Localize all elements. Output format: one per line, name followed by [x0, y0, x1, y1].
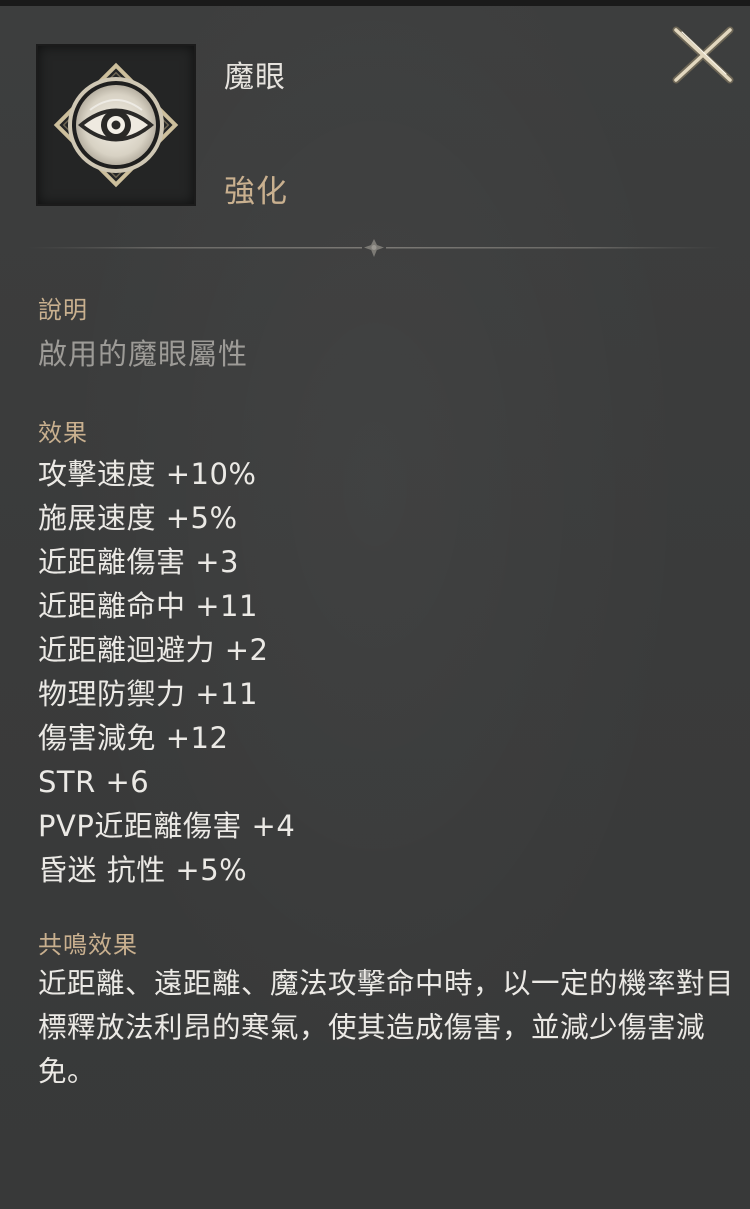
- close-button[interactable]: [668, 22, 738, 88]
- effect-item: STR +6: [38, 765, 150, 799]
- effect-item: 近距離迴避力 +2: [38, 633, 269, 667]
- description-label: 說明: [38, 296, 88, 324]
- close-icon: [672, 26, 734, 84]
- divider-ornament-icon: [364, 239, 384, 257]
- effect-item: 昏迷 抗性 +5%: [38, 853, 248, 887]
- resonance-label: 共鳴效果: [38, 931, 138, 959]
- effect-item: 近距離命中 +11: [38, 589, 258, 623]
- item-name: 魔眼: [224, 60, 286, 95]
- demon-eye-icon: [53, 62, 179, 188]
- item-icon-frame: [36, 44, 196, 206]
- effects-label: 效果: [38, 419, 88, 447]
- effect-item: 施展速度 +5%: [38, 501, 238, 535]
- effect-item: 傷害減免 +12: [38, 721, 229, 755]
- effects-list: 攻擊速度 +10% 施展速度 +5% 近距離傷害 +3 近距離命中 +11 近距…: [38, 452, 295, 892]
- effect-item: 攻擊速度 +10%: [38, 457, 257, 491]
- top-edge: [0, 0, 750, 6]
- item-tooltip-panel: 魔眼 強化 說明 啟用的魔眼屬性 效果 攻擊速度 +10% 施展速度 +5% 近…: [0, 0, 750, 1209]
- effect-item: 物理防禦力 +11: [38, 677, 258, 711]
- item-type: 強化: [224, 174, 288, 210]
- effect-item: 近距離傷害 +3: [38, 545, 239, 579]
- description-text: 啟用的魔眼屬性: [38, 337, 249, 371]
- header-divider: [26, 239, 722, 257]
- effect-item: PVP近距離傷害 +4: [38, 809, 296, 843]
- resonance-text: 近距離、遠距離、魔法攻擊命中時，以一定的機率對目標釋放法利昂的寒氣，使其造成傷害…: [38, 967, 735, 1088]
